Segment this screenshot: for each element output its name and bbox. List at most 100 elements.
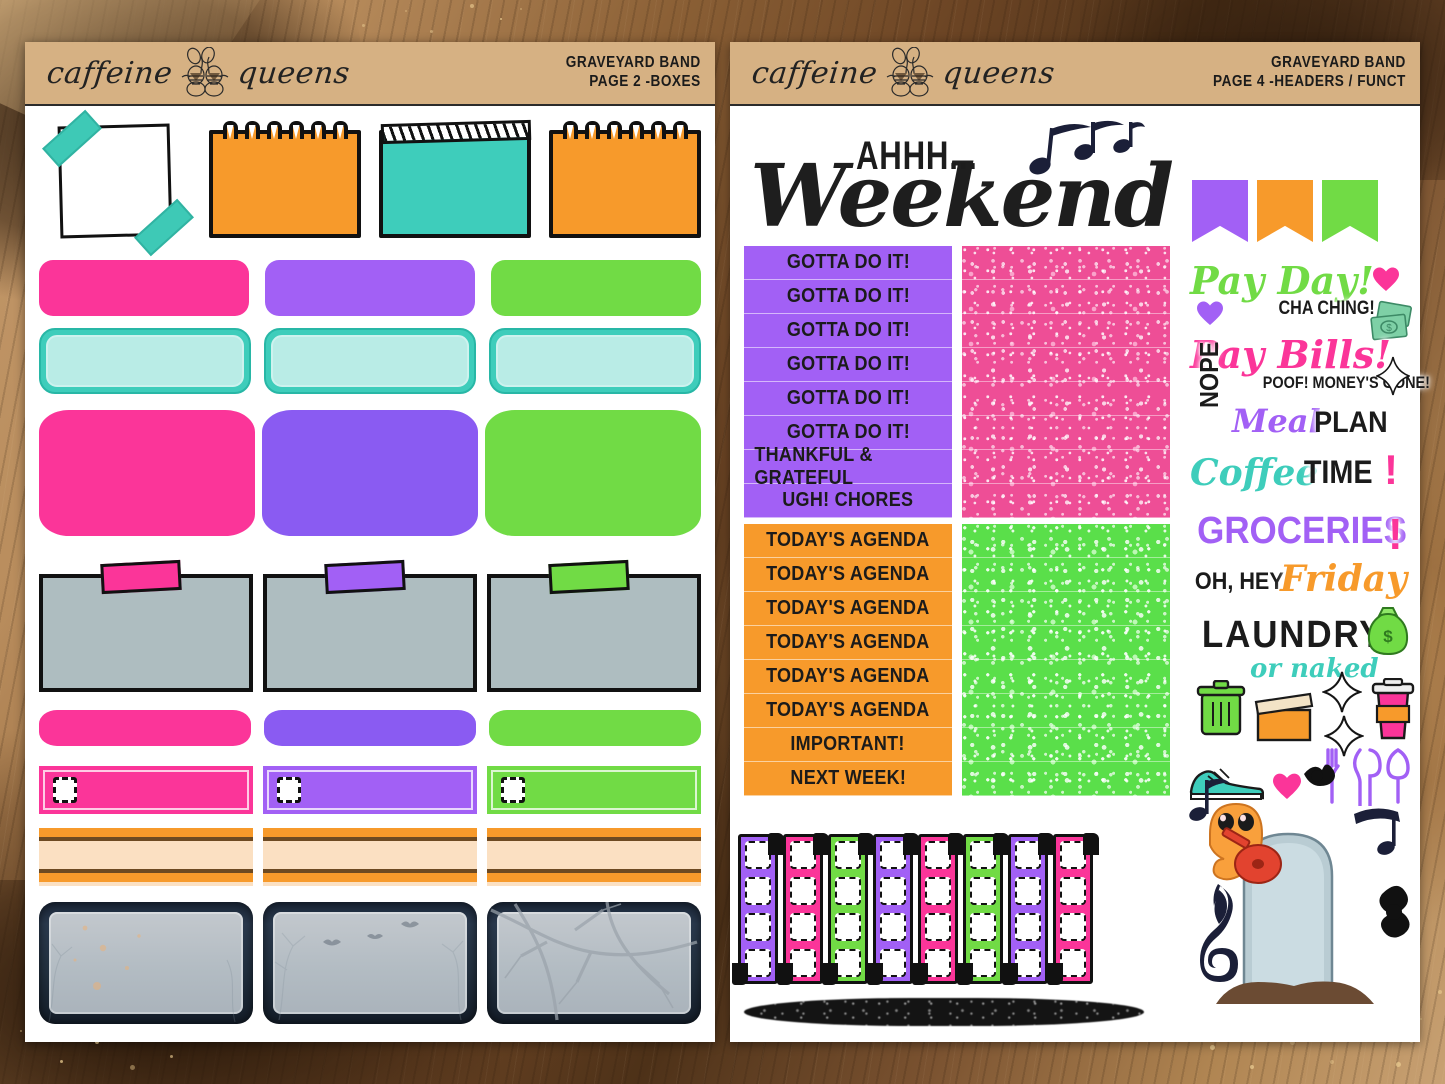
checkbox-icon[interactable] <box>835 841 861 869</box>
checkbox-icon[interactable] <box>925 949 951 977</box>
checkbox-icon[interactable] <box>925 841 951 869</box>
checkbox-icon[interactable] <box>53 777 77 803</box>
checkbox-icon[interactable] <box>790 949 816 977</box>
label-row[interactable]: THANKFUL & GRATEFUL <box>744 444 952 489</box>
gray-box-green-tab[interactable] <box>487 559 701 692</box>
label-row[interactable]: IMPORTANT! <box>744 728 952 762</box>
checkbox-icon[interactable] <box>1015 877 1041 905</box>
taped-note-sticker[interactable] <box>39 109 194 257</box>
label-row[interactable]: NEXT WEEK! <box>744 762 952 796</box>
checkbox-icon[interactable] <box>970 913 996 941</box>
checkbox-icon[interactable] <box>970 841 996 869</box>
checkbox-bar-purple[interactable] <box>263 766 477 814</box>
checkbox-icon[interactable] <box>1015 841 1041 869</box>
checkbox-icon[interactable] <box>790 877 816 905</box>
swatch-purple[interactable] <box>262 410 478 536</box>
checkbox-icon[interactable] <box>1015 949 1041 977</box>
checkbox-icon[interactable] <box>501 777 525 803</box>
checkbox-icon[interactable] <box>835 913 861 941</box>
label-row[interactable]: GOTTA DO IT! <box>744 348 952 382</box>
checkbox-icon[interactable] <box>925 877 951 905</box>
checkbox-icon[interactable] <box>745 877 771 905</box>
checkbox-strip[interactable] <box>1047 833 1099 985</box>
orange-notepad-sticker-2[interactable] <box>549 120 701 242</box>
label-row[interactable]: TODAY'S AGENDA <box>744 592 952 626</box>
checkbox-icon[interactable] <box>880 913 906 941</box>
striped-bar-2[interactable] <box>263 828 477 886</box>
checkbox-icon[interactable] <box>970 949 996 977</box>
label-row[interactable]: TODAY'S AGENDA <box>744 660 952 694</box>
checkbox-icon[interactable] <box>745 949 771 977</box>
checkbox-strip[interactable] <box>957 833 1009 985</box>
spooky-bats-box[interactable] <box>263 902 477 1024</box>
wordart-coffee[interactable]: Coffee <box>1190 452 1318 494</box>
wordart-pay-day[interactable]: Pay Day! <box>1190 258 1374 303</box>
checkbox-icon[interactable] <box>835 877 861 905</box>
flag-orange[interactable] <box>1257 180 1313 242</box>
checkbox-strip[interactable] <box>1002 833 1054 985</box>
checkbox-icon[interactable] <box>277 777 301 803</box>
flag-purple[interactable] <box>1192 180 1248 242</box>
gray-box-pink-tab[interactable] <box>39 559 253 692</box>
spooky-embers-box[interactable] <box>39 902 253 1024</box>
teal-frame-3[interactable] <box>489 328 701 394</box>
checkbox-icon[interactable] <box>880 949 906 977</box>
pill-purple[interactable] <box>265 260 475 316</box>
label-row[interactable]: TODAY'S AGENDA <box>744 626 952 660</box>
label-row[interactable]: TODAY'S AGENDA <box>744 558 952 592</box>
checkbox-strip[interactable] <box>867 833 919 985</box>
black-paint-smear[interactable] <box>744 998 1144 1026</box>
teal-frame-2[interactable] <box>264 328 476 394</box>
checkbox-icon[interactable] <box>880 841 906 869</box>
label-row[interactable]: GOTTA DO IT! <box>744 314 952 348</box>
wordart-meal[interactable]: Meal <box>1232 402 1321 440</box>
label-row[interactable]: GOTTA DO IT! <box>744 280 952 314</box>
spooky-branches-box[interactable] <box>487 902 701 1024</box>
wordart-friday[interactable]: Friday <box>1280 558 1407 600</box>
checkbox-bar-green[interactable] <box>487 766 701 814</box>
checkbox-icon[interactable] <box>1060 877 1086 905</box>
label-row[interactable]: TODAY'S AGENDA <box>744 694 952 728</box>
teal-notepad-sticker[interactable] <box>379 119 531 242</box>
brush-pink[interactable] <box>39 710 251 746</box>
wordart-plan[interactable]: PLAN <box>1314 406 1388 440</box>
label-row[interactable]: GOTTA DO IT! <box>744 382 952 416</box>
striped-bar-3[interactable] <box>487 828 701 886</box>
wordart-time[interactable]: TIME <box>1304 454 1373 491</box>
wordart-groceries[interactable]: GROCERIES <box>1197 510 1407 553</box>
teal-frame-1[interactable] <box>39 328 251 394</box>
striped-bar-1[interactable] <box>39 828 253 886</box>
checkbox-icon[interactable] <box>1060 949 1086 977</box>
wordart-cha-ching[interactable]: CHA CHING! <box>1278 298 1374 320</box>
wordart-oh-hey[interactable]: OH, HEY <box>1195 568 1284 596</box>
checkbox-icon[interactable] <box>835 949 861 977</box>
checkbox-icon[interactable] <box>790 913 816 941</box>
wordart-laundry[interactable]: LAUNDRY <box>1202 614 1384 657</box>
pill-green[interactable] <box>491 260 701 316</box>
pill-pink[interactable] <box>39 260 249 316</box>
brush-green[interactable] <box>489 710 701 746</box>
brush-purple[interactable] <box>264 710 476 746</box>
pink-glitter-block[interactable] <box>962 246 1170 518</box>
checkbox-icon[interactable] <box>970 877 996 905</box>
checkbox-strip[interactable] <box>912 833 964 985</box>
checkbox-icon[interactable] <box>1060 841 1086 869</box>
swatch-green[interactable] <box>485 410 701 536</box>
swatch-pink[interactable] <box>39 410 255 536</box>
checkbox-strip[interactable] <box>822 833 874 985</box>
checkbox-icon[interactable] <box>745 913 771 941</box>
label-row[interactable]: GOTTA DO IT! <box>744 246 952 280</box>
orange-notepad-sticker-1[interactable] <box>209 120 361 242</box>
gray-box-purple-tab[interactable] <box>263 559 477 692</box>
checkbox-icon[interactable] <box>745 841 771 869</box>
wordart-exclaim-1[interactable]: ! <box>1384 446 1398 494</box>
sticker-sheet-right[interactable]: caffeine queens GRAVEYARD BAND PAGE 4 -H… <box>730 42 1430 1042</box>
checkbox-icon[interactable] <box>1060 913 1086 941</box>
checkbox-strip[interactable] <box>732 833 784 985</box>
checkbox-icon[interactable] <box>925 913 951 941</box>
checkbox-bar-pink[interactable] <box>39 766 253 814</box>
checkbox-icon[interactable] <box>880 877 906 905</box>
wordart-exclaim-2[interactable]: ! <box>1388 510 1403 560</box>
sticker-sheet-left[interactable]: caffeine queens GRAVEYARD BAND PAGE 2 -B… <box>25 42 715 1042</box>
green-glitter-block[interactable] <box>962 524 1170 796</box>
